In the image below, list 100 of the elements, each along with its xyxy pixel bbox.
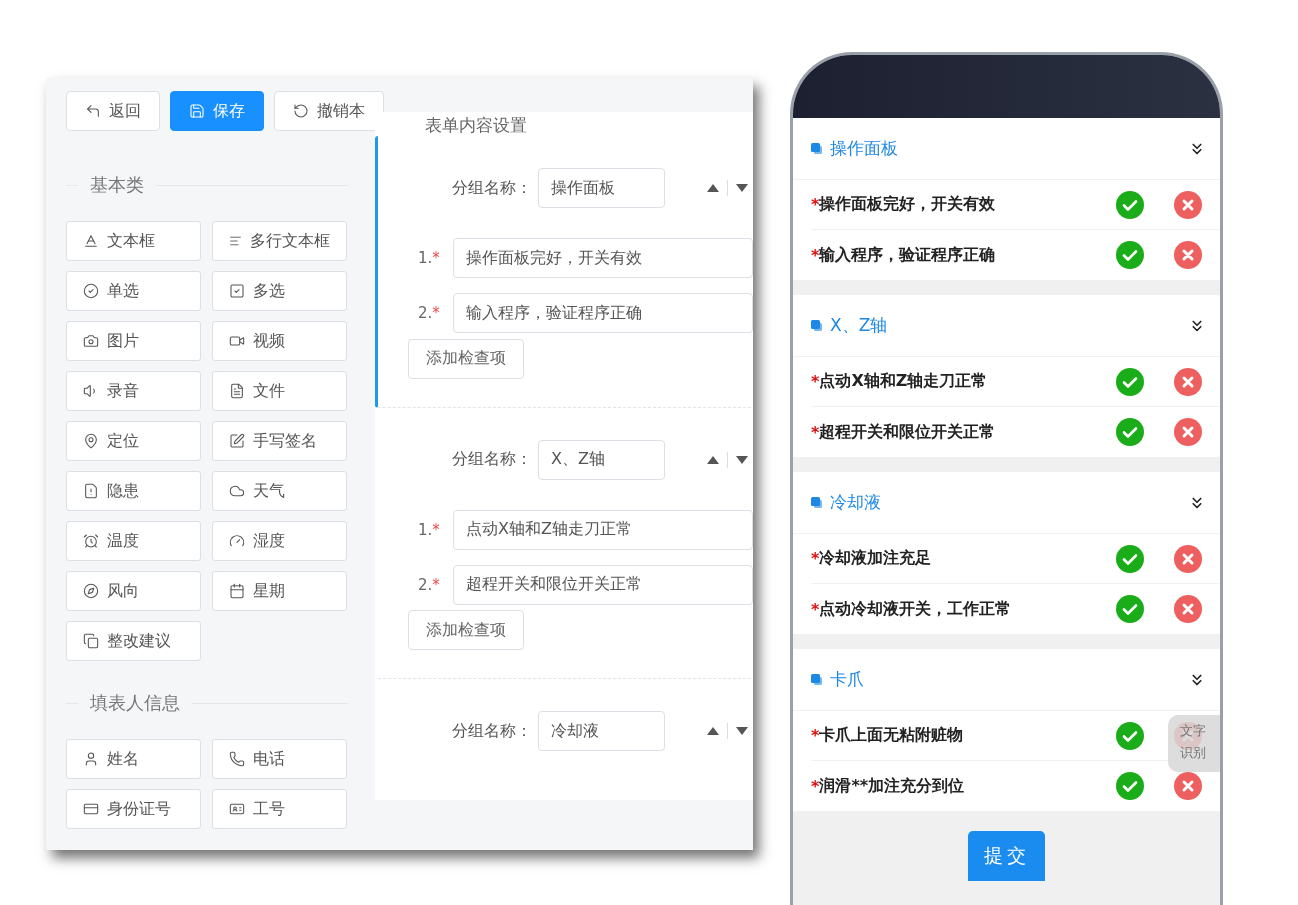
required-mark: * <box>811 195 820 214</box>
field-type-item[interactable]: 单选 <box>66 271 201 311</box>
required-mark: * <box>432 304 441 322</box>
check-circle-icon[interactable] <box>1116 544 1144 573</box>
field-type-item[interactable]: 多行文本框 <box>212 221 347 261</box>
return-icon <box>85 103 101 119</box>
card-icon <box>83 801 99 817</box>
cross-circle-icon[interactable] <box>1174 544 1202 573</box>
field-type-item[interactable]: 手写签名 <box>212 421 347 461</box>
field-type-item[interactable]: 定位 <box>66 421 201 461</box>
cross-circle-icon[interactable] <box>1174 772 1202 800</box>
down-arrow-icon[interactable] <box>736 455 748 464</box>
text-icon <box>83 233 99 249</box>
alarm-icon <box>83 533 99 549</box>
section-title: 操作面板 <box>830 137 899 160</box>
cross-circle-icon[interactable] <box>1174 367 1202 396</box>
up-arrow-icon[interactable] <box>707 727 719 735</box>
field-type-item[interactable]: 天气 <box>212 471 347 511</box>
map-pin-icon <box>83 433 99 449</box>
field-type-item[interactable]: 文件 <box>212 371 347 411</box>
down-arrow-icon[interactable] <box>736 727 748 735</box>
add-item-button[interactable]: 添加检查项 <box>408 610 524 650</box>
field-type-item[interactable]: 姓名 <box>66 739 201 779</box>
check-circle-icon <box>83 283 99 299</box>
section-title: 卡爪 <box>830 668 865 691</box>
up-arrow-icon[interactable] <box>707 184 719 192</box>
check-circle-icon[interactable] <box>1116 367 1144 396</box>
undo-button[interactable]: 撤销本 <box>274 91 384 131</box>
compass-icon <box>83 583 99 599</box>
video-icon <box>229 333 245 349</box>
check-item-text: 超程开关和限位开关正常 <box>819 421 997 443</box>
required-mark: * <box>811 422 820 442</box>
checkbox-icon <box>229 283 245 299</box>
required-mark: * <box>432 520 441 539</box>
required-mark: * <box>811 776 820 796</box>
gauge-icon <box>229 533 245 549</box>
input-field[interactable]: 操作面板完好，开关有效 <box>453 238 753 278</box>
back-button[interactable]: 返回 <box>66 91 160 131</box>
cross-circle-icon[interactable] <box>1174 190 1202 219</box>
check-circle-icon[interactable] <box>1116 595 1144 623</box>
field-type-item[interactable]: 温度 <box>66 521 201 561</box>
field-type-item[interactable]: 身份证号 <box>66 789 201 829</box>
group-card[interactable]: 分组名称： 冷却液 <box>375 679 753 800</box>
check-circle-icon[interactable] <box>1116 721 1144 750</box>
check-circle-icon[interactable] <box>1116 418 1144 446</box>
cross-circle-icon[interactable] <box>1174 595 1202 623</box>
field-type-item[interactable]: 文本框 <box>66 221 201 261</box>
required-mark: * <box>811 726 820 745</box>
check-item-text: 点动X轴和Z轴走刀正常 <box>819 371 989 392</box>
input-field[interactable]: 点动X轴和Z轴走刀正常 <box>453 509 753 550</box>
field-type-item[interactable]: 隐患 <box>66 471 201 511</box>
field-type-item[interactable]: 风向 <box>66 571 201 611</box>
group-card[interactable]: 分组名称： X、Z轴 1.* 点动X轴和Z轴走刀正常 2.* 超程开关和限位开关正常 添加检查项 <box>375 407 753 679</box>
field-type-item[interactable]: 整改建议 <box>66 621 201 661</box>
field-label: 分组名称： <box>452 177 532 199</box>
down-arrow-icon[interactable] <box>736 184 748 192</box>
check-item-text: 卡爪上面无粘附赃物 <box>819 725 965 746</box>
group-card[interactable]: 分组名称： 操作面板 1.* 操作面板完好，开关有效 2.* 输入程序，验证程序正确 添加检查项 <box>375 136 753 408</box>
check-circle-icon[interactable] <box>1116 241 1144 269</box>
field-type-item[interactable]: 多选 <box>212 271 347 311</box>
item-number: 2. <box>418 304 433 322</box>
input-field[interactable]: 操作面板 <box>538 168 665 208</box>
required-mark: * <box>811 372 820 391</box>
calendar-icon <box>229 583 245 599</box>
input-field[interactable]: 输入程序，验证程序正确 <box>453 293 753 333</box>
field-type-item[interactable]: 电话 <box>212 739 347 779</box>
section-title: X、Z轴 <box>830 314 889 337</box>
ocr-tooltip[interactable]: 文字识别 <box>1168 715 1220 772</box>
field-type-item[interactable]: 星期 <box>212 571 347 611</box>
phone-icon <box>229 751 245 767</box>
input-field[interactable]: X、Z轴 <box>538 439 665 480</box>
up-arrow-icon[interactable] <box>707 455 719 464</box>
check-item-text: 输入程序，验证程序正确 <box>819 244 997 266</box>
section-icon <box>811 674 822 685</box>
field-type-item[interactable]: 视频 <box>212 321 347 361</box>
check-circle-icon[interactable] <box>1116 190 1144 219</box>
field-label: 分组名称： <box>452 720 532 742</box>
section-icon <box>811 143 822 154</box>
cross-circle-icon[interactable] <box>1174 241 1202 269</box>
field-type-item[interactable]: 湿度 <box>212 521 347 561</box>
field-type-item[interactable]: 工号 <box>212 789 347 829</box>
check-circle-icon[interactable] <box>1116 772 1144 800</box>
required-mark: * <box>811 549 820 568</box>
item-number: 2. <box>418 575 433 594</box>
section-title: 冷却液 <box>830 491 882 514</box>
input-field[interactable]: 超程开关和限位开关正常 <box>453 564 753 605</box>
check-item-text: 操作面板完好，开关有效 <box>819 194 997 215</box>
section-title: 填表人信息 <box>66 691 348 715</box>
add-item-button[interactable]: 添加检查项 <box>408 338 524 379</box>
required-mark: * <box>811 245 820 265</box>
check-item-text: 点动冷却液开关，工作正常 <box>819 598 1013 620</box>
camera-icon <box>83 333 99 349</box>
field-type-item[interactable]: 图片 <box>66 321 201 361</box>
input-field[interactable]: 冷却液 <box>538 711 665 751</box>
cross-circle-icon[interactable] <box>1174 418 1202 446</box>
required-mark: * <box>432 249 441 267</box>
cloud-icon <box>229 483 245 499</box>
field-type-item[interactable]: 录音 <box>66 371 201 411</box>
undo-icon <box>293 103 309 119</box>
user-icon <box>83 751 99 767</box>
